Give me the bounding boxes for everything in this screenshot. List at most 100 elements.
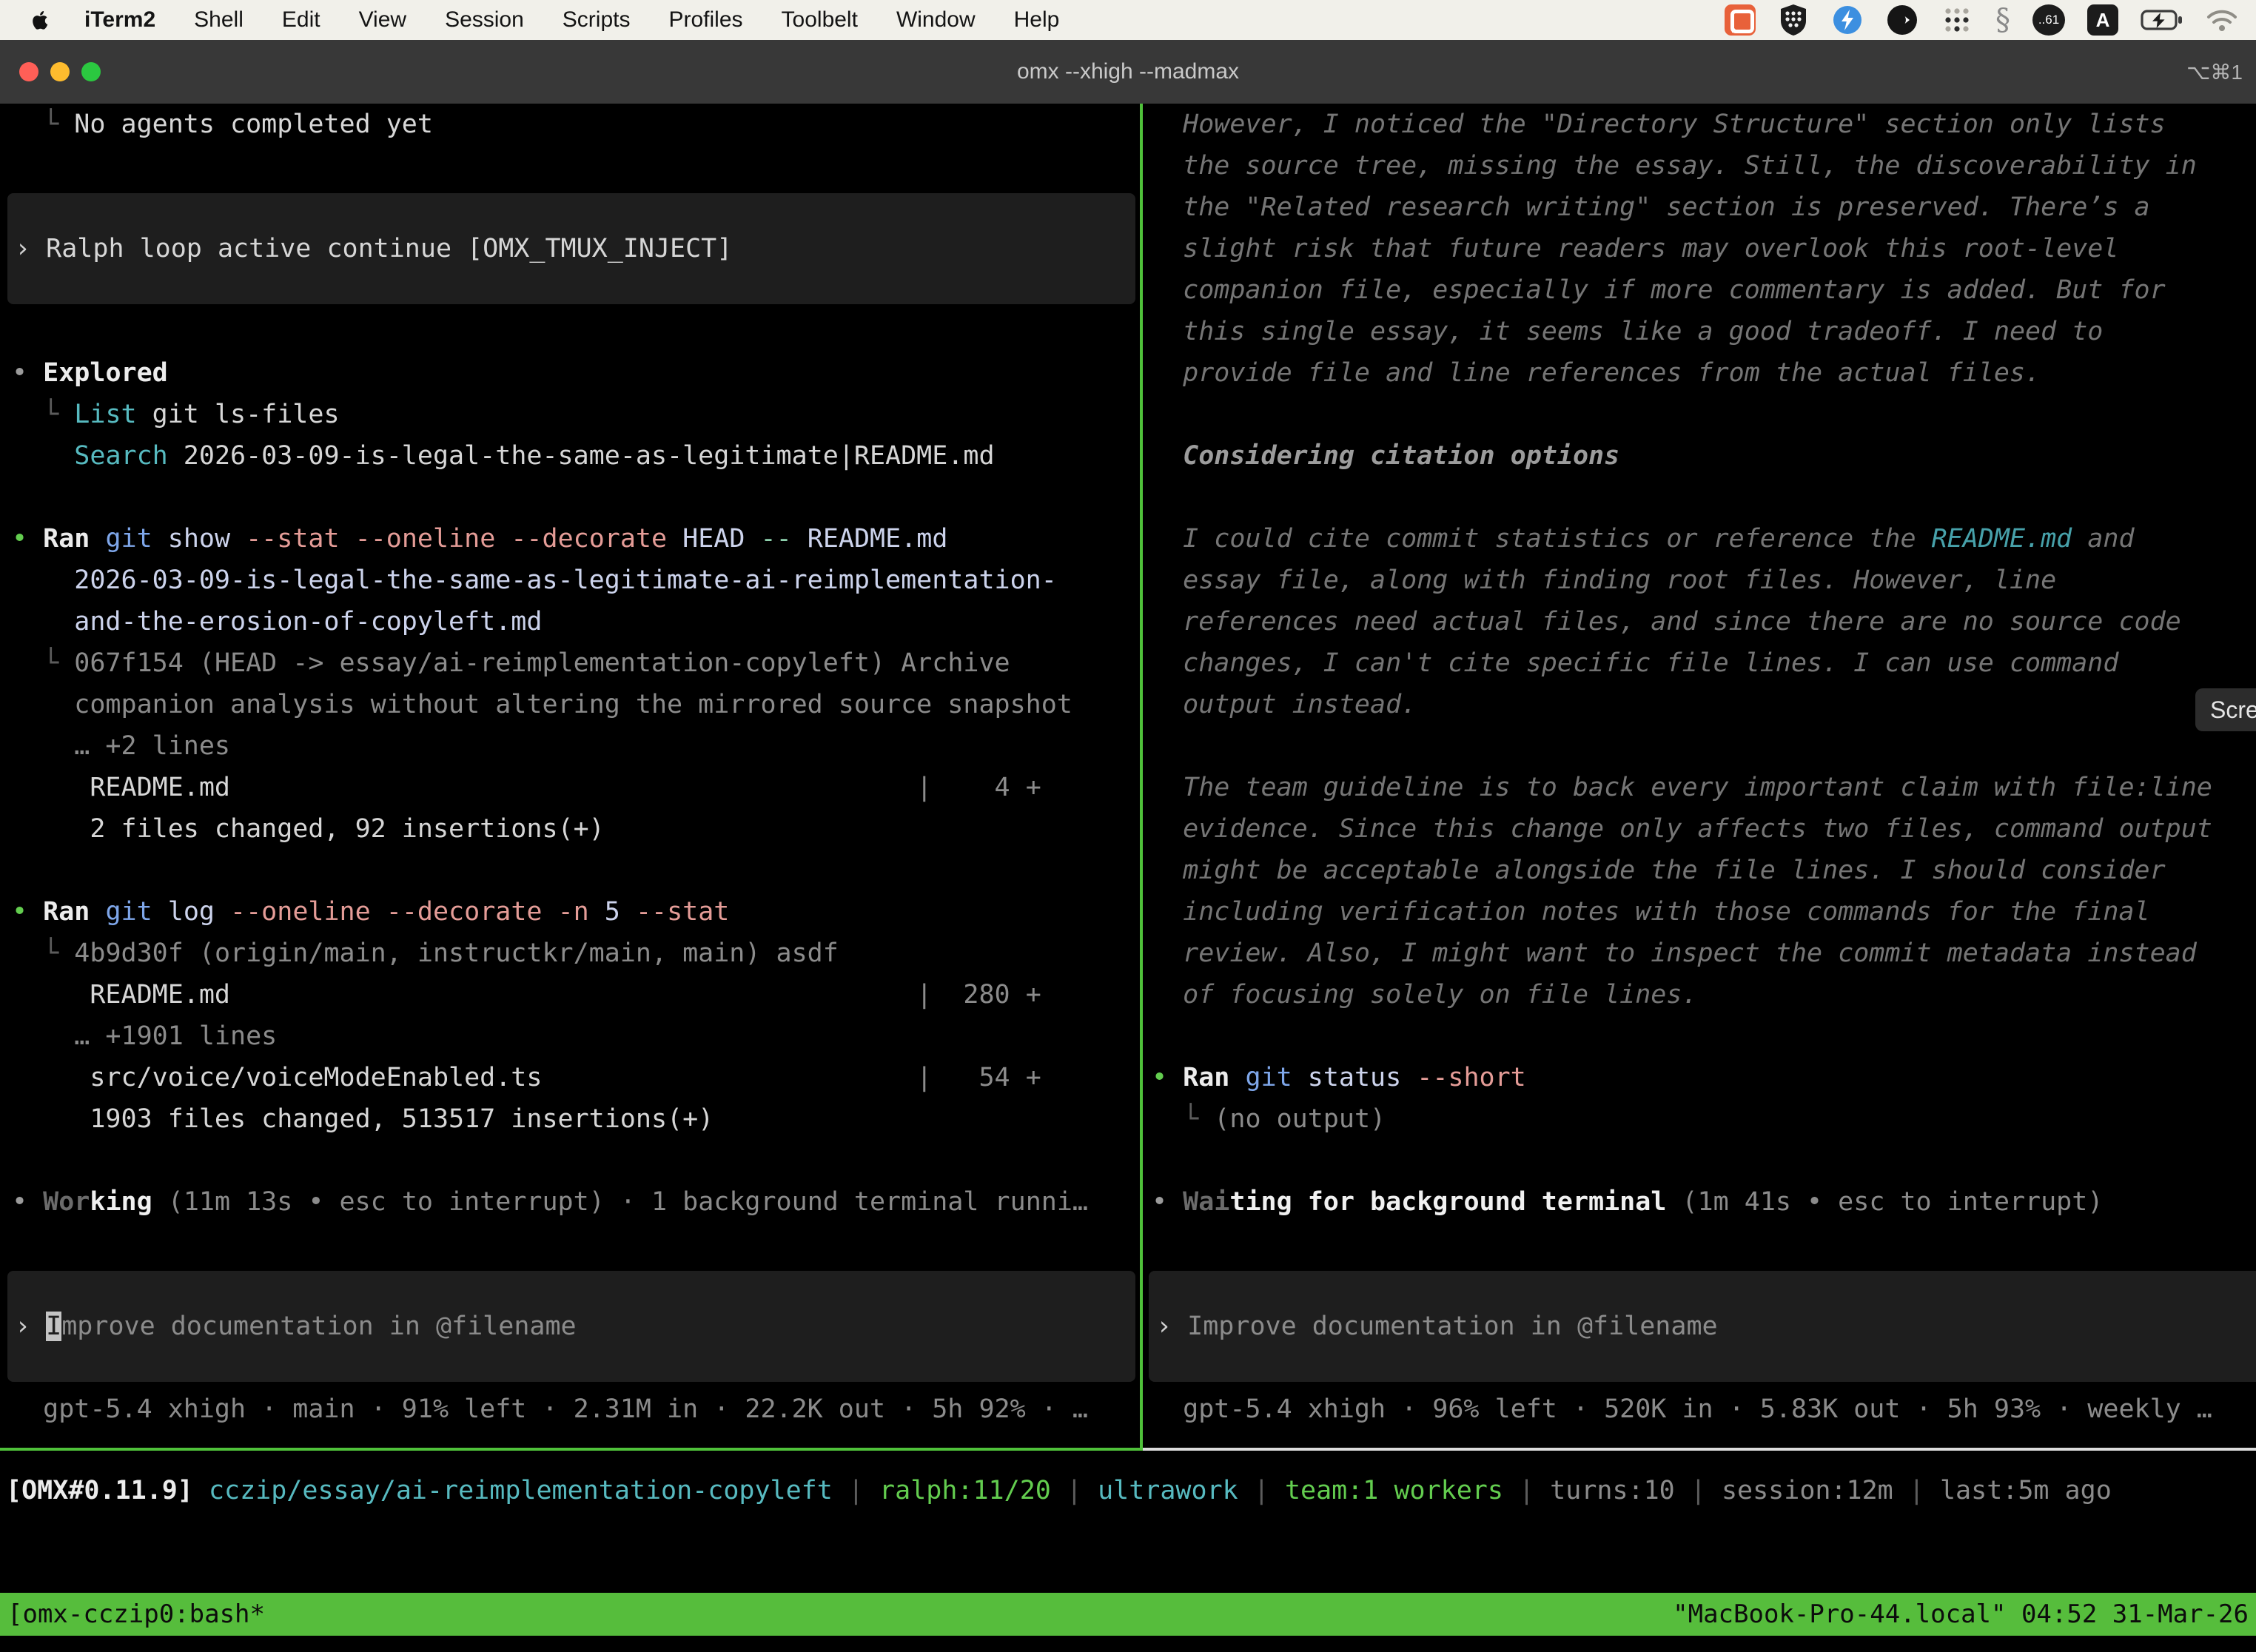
pane-bottom-border-left <box>0 1448 1143 1451</box>
terminal-line: including verification notes with those … <box>1152 891 2256 933</box>
moon-circle-icon[interactable] <box>1886 4 1918 36</box>
terminal-line: this single essay, it seems like a good … <box>1152 311 2256 352</box>
terminal-line: • Working (11m 13s • esc to interrupt) ·… <box>12 1181 1140 1223</box>
terminal-line: └ 067f154 (HEAD -> essay/ai-reimplementa… <box>12 642 1140 684</box>
dots-grid-icon[interactable] <box>1941 4 1973 36</box>
terminal-line: … +2 lines <box>12 725 1140 767</box>
terminal-blank-line <box>12 477 1140 518</box>
terminal-line: Considering citation options <box>1152 435 2256 477</box>
a-badge-icon[interactable]: A <box>2087 4 2118 36</box>
terminal-line: 2 files changed, 92 insertions(+) <box>12 808 1140 850</box>
terminal-blank-line <box>1152 725 2256 767</box>
battery-icon[interactable] <box>2141 9 2183 31</box>
menu-item-scripts[interactable]: Scripts <box>563 7 631 33</box>
terminal-blank-line <box>12 145 1140 187</box>
prompt-row: › Improve documentation in @filename <box>1152 1264 2256 1389</box>
tmux-pane-left[interactable]: └ No agents completed yet › Ralph loop ac… <box>0 104 1140 1448</box>
terminal-blank-line <box>12 1140 1140 1181</box>
terminal-line: └ No agents completed yet <box>12 104 1140 145</box>
terminal-blank-line <box>12 311 1140 352</box>
terminal-line: • Ran git status --short <box>1152 1057 2256 1098</box>
terminal-line: output instead. <box>1152 684 2256 725</box>
terminal-blank-line <box>1152 1140 2256 1181</box>
terminal-line: the source tree, missing the essay. Stil… <box>1152 145 2256 187</box>
traffic-lights <box>19 40 101 104</box>
terminal-line: 2026-03-09-is-legal-the-same-as-legitima… <box>12 560 1140 601</box>
menu-item-iterm2[interactable]: iTerm2 <box>84 7 155 33</box>
terminal-line: • Explored <box>12 352 1140 394</box>
terminal-line: gpt-5.4 xhigh · main · 91% left · 2.31M … <box>12 1389 1140 1430</box>
terminal-blank-line <box>1152 1223 2256 1264</box>
terminal-line: README.md | 4 + <box>12 767 1140 808</box>
terminal-line: review. Also, I might want to inspect th… <box>1152 933 2256 974</box>
menu-item-help[interactable]: Help <box>1014 7 1060 33</box>
keypad-shield-icon[interactable] <box>1778 3 1809 37</box>
terminal-line: • Ran git show --stat --oneline --decora… <box>12 518 1140 560</box>
menu-item-session[interactable]: Session <box>445 7 524 33</box>
terminal-area: └ No agents completed yet › Ralph loop ac… <box>0 104 2256 1448</box>
squiggle-icon[interactable]: § <box>1995 3 2010 37</box>
terminal-blank-line <box>12 1223 1140 1264</box>
terminal-line: However, I noticed the "Directory Struct… <box>1152 104 2256 145</box>
window-title-bar: omx --xhigh --madmax ⌥⌘1 <box>0 40 2256 104</box>
terminal-line: README.md | 280 + <box>12 974 1140 1015</box>
terminal-line: └ 4b9d30f (origin/main, instructkr/main,… <box>12 933 1140 974</box>
terminal-line: └ List git ls-files <box>12 394 1140 435</box>
tmux-pane-right[interactable]: However, I noticed the "Directory Struct… <box>1143 104 2256 1448</box>
terminal-line: • Ran git log --oneline --decorate -n 5 … <box>12 891 1140 933</box>
terminal-line: The team guideline is to back every impo… <box>1152 767 2256 808</box>
window-shortcut-badge: ⌥⌘1 <box>2186 60 2243 84</box>
menu-status-icons: § ..61 A <box>1725 3 2238 37</box>
terminal-line: └ (no output) <box>1152 1098 2256 1140</box>
terminal-line: the "Related research writing" section i… <box>1152 187 2256 228</box>
menu-item-view[interactable]: View <box>359 7 406 33</box>
menu-item-window[interactable]: Window <box>896 7 976 33</box>
terminal-line: evidence. Since this change only affects… <box>1152 808 2256 850</box>
terminal-line: slight risk that future readers may over… <box>1152 228 2256 269</box>
terminal-line: references need actual files, and since … <box>1152 601 2256 642</box>
terminal-line: • Waiting for background terminal (1m 41… <box>1152 1181 2256 1223</box>
terminal-line: gpt-5.4 xhigh · 96% left · 520K in · 5.8… <box>1152 1389 2256 1430</box>
chat-app-icon[interactable] <box>1725 4 1756 36</box>
terminal-line: … +1901 lines <box>12 1015 1140 1057</box>
terminal-line: 1903 files changed, 513517 insertions(+) <box>12 1098 1140 1140</box>
terminal-blank-line <box>1152 394 2256 435</box>
terminal-blank-line <box>1152 1015 2256 1057</box>
screen: iTerm2 Shell Edit View Session Scripts Profile… <box>0 0 2256 1652</box>
wifi-icon[interactable] <box>2206 7 2238 33</box>
apple-menu-icon[interactable] <box>28 7 53 33</box>
macos-menu-bar: iTerm2 Shell Edit View Session Scripts Profile… <box>0 0 2256 40</box>
tmux-status-bar: [omx-cczip0:bash* "MacBook-Pro-44.local"… <box>0 1593 2256 1636</box>
terminal-line: essay file, along with finding root file… <box>1152 560 2256 601</box>
bolt-shield-icon[interactable] <box>1831 4 1864 36</box>
omx-status-line: [OMX#0.11.9] cczip/essay/ai-reimplementa… <box>0 1470 2256 1511</box>
menu-item-edit[interactable]: Edit <box>282 7 320 33</box>
close-window-button[interactable] <box>19 62 38 81</box>
menu-item-toolbelt[interactable]: Toolbelt <box>782 7 858 33</box>
terminal-line: changes, I can't cite specific file line… <box>1152 642 2256 684</box>
pane-bottom-border <box>0 1448 2256 1451</box>
zoom-window-button[interactable] <box>81 62 101 81</box>
prompt-input-box[interactable]: › Improve documentation in @filename <box>7 1271 1135 1382</box>
terminal-line: provide file and line references from th… <box>1152 352 2256 394</box>
terminal-blank-line <box>12 850 1140 891</box>
menu-item-shell[interactable]: Shell <box>194 7 244 33</box>
screen-tooltip: Scre <box>2195 688 2256 731</box>
menu-items: iTerm2 Shell Edit View Session Scripts Profile… <box>84 7 1059 33</box>
terminal-line: src/voice/voiceModeEnabled.ts | 54 + <box>12 1057 1140 1098</box>
badge-61-icon[interactable]: ..61 <box>2032 4 2065 36</box>
prompt-row: › Improve documentation in @filename <box>12 1264 1140 1389</box>
tmux-session-label[interactable]: [omx-cczip0:bash* <box>7 1599 265 1629</box>
minimize-window-button[interactable] <box>50 62 70 81</box>
terminal-line: of focusing solely on file lines. <box>1152 974 2256 1015</box>
prompt-input-box[interactable]: › Improve documentation in @filename <box>1149 1271 2256 1382</box>
tmux-host-clock: "MacBook-Pro-44.local" 04:52 31-Mar-26 <box>1673 1599 2249 1629</box>
terminal-line: companion file, especially if more comme… <box>1152 269 2256 311</box>
terminal-line: I could cite commit statistics or refere… <box>1152 518 2256 560</box>
prompt-row: › Ralph loop active continue [OMX_TMUX_I… <box>12 187 1140 311</box>
prompt-input-box[interactable]: › Ralph loop active continue [OMX_TMUX_I… <box>7 193 1135 304</box>
terminal-line: might be acceptable alongside the file l… <box>1152 850 2256 891</box>
menu-item-profiles[interactable]: Profiles <box>668 7 742 33</box>
pane-bottom-border-right <box>1143 1448 2256 1451</box>
terminal-line: Search 2026-03-09-is-legal-the-same-as-l… <box>12 435 1140 477</box>
